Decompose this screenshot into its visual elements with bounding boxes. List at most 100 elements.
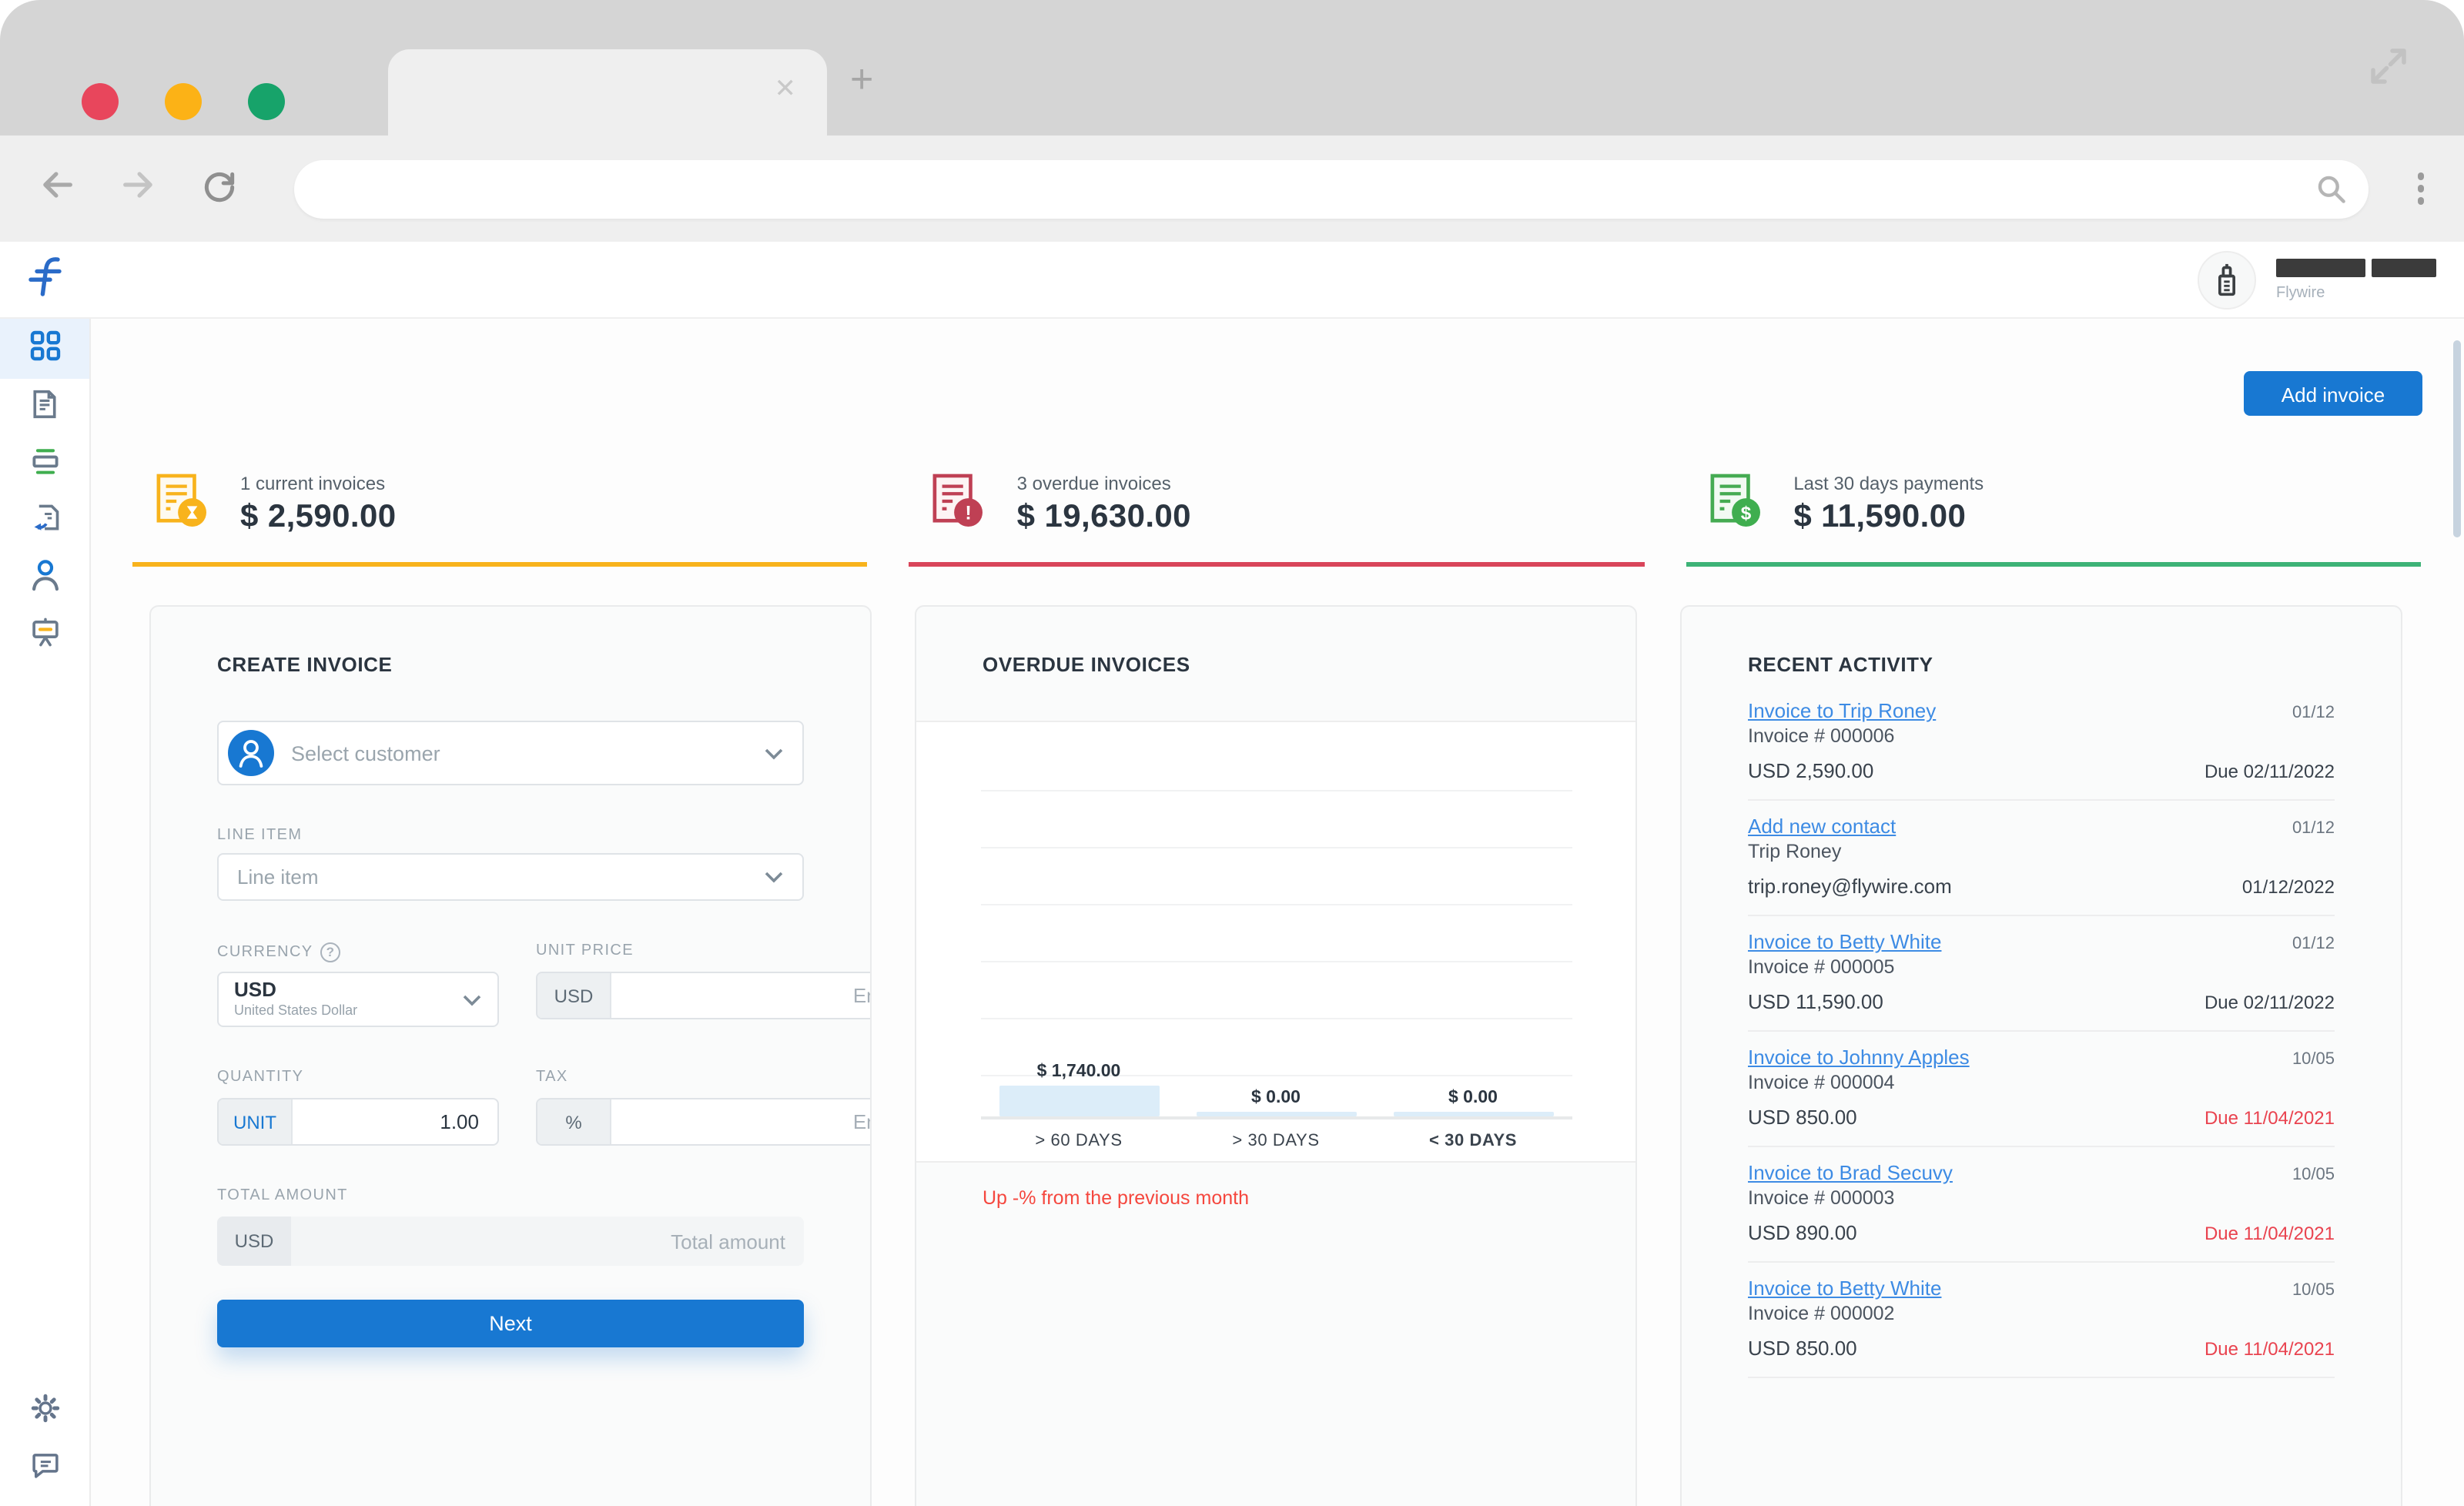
help-icon[interactable]: ? [320, 942, 341, 962]
sidebar-nav [0, 319, 91, 1506]
overdue-invoices-card[interactable]: ! 3 overdue invoices $ 19,630.00 [909, 473, 1645, 567]
sidebar-item-reports[interactable] [0, 607, 89, 664]
unit-price-group: USD [536, 972, 870, 1019]
chevron-down-icon [765, 748, 783, 759]
activity-item: Invoice to Johnny Apples 10/05 Invoice #… [1748, 1032, 2335, 1147]
back-icon[interactable] [37, 165, 77, 213]
bar-value-label: $ 0.00 [1251, 1089, 1301, 1107]
activity-subtitle: Invoice # 000002 [1748, 1303, 1895, 1324]
card-amount: $ 19,630.00 [1016, 499, 1191, 534]
sidebar-item-dashboard[interactable] [0, 319, 89, 379]
app-header: Flywire [0, 242, 2464, 319]
bar-over-60-days[interactable] [999, 1086, 1159, 1116]
overdue-invoice-icon: ! [932, 473, 983, 537]
activity-link[interactable]: Invoice to Johnny Apples [1748, 1046, 1970, 1069]
activity-item: Invoice to Betty White 01/12 Invoice # 0… [1748, 916, 2335, 1032]
card-amount: $ 2,590.00 [240, 499, 397, 534]
chevron-down-icon [463, 994, 481, 1006]
sidebar-item-support-chat[interactable] [0, 1440, 89, 1497]
activity-link[interactable]: Invoice to Betty White [1748, 1277, 1941, 1300]
tax-label: TAX [536, 1069, 568, 1086]
payments-card[interactable]: $ Last 30 days payments $ 11,590.00 [1686, 473, 2421, 567]
total-amount-group: USD [217, 1217, 804, 1266]
activity-list: Invoice to Trip Roney 01/12 Invoice # 00… [1682, 676, 2401, 1378]
minimize-window-button[interactable] [165, 83, 202, 120]
fullscreen-expand-icon[interactable] [2365, 43, 2412, 97]
quantity-unit-prefix[interactable]: UNIT [219, 1099, 293, 1144]
line-item-dropdown[interactable]: Line item [217, 853, 804, 901]
current-invoice-icon [156, 473, 206, 537]
activity-amount: USD 2,590.00 [1748, 759, 1874, 782]
next-button[interactable]: Next [217, 1300, 804, 1347]
unit-price-input[interactable] [611, 973, 870, 1018]
overdue-chart: $ 1,740.00 $ 0.00 $ 0.00 > 60 DAYS > 30 … [916, 721, 1635, 1163]
activity-subtitle: Invoice # 000004 [1748, 1072, 1895, 1093]
browser-titlebar: ✕ + [0, 0, 2464, 136]
activity-due-date: Due 11/04/2021 [2204, 1338, 2335, 1360]
activity-date: 10/05 [2292, 1166, 2335, 1184]
flywire-logo-icon[interactable] [25, 254, 66, 305]
account-name-redacted [2276, 258, 2436, 276]
chevron-down-icon [765, 872, 783, 883]
activity-amount: USD 850.00 [1748, 1106, 1857, 1129]
current-invoices-card[interactable]: 1 current invoices $ 2,590.00 [132, 473, 868, 567]
sidebar-item-payments[interactable] [0, 436, 89, 493]
activity-item: Invoice to Brad Secuvy 10/05 Invoice # 0… [1748, 1147, 2335, 1263]
zoom-window-button[interactable] [248, 83, 285, 120]
search-icon[interactable] [2315, 172, 2348, 213]
quantity-group: UNIT [217, 1098, 499, 1146]
presentation-board-icon [28, 615, 61, 655]
chart-x-axis-labels: > 60 DAYS > 30 DAYS < 30 DAYS [980, 1119, 1572, 1161]
card-label: 1 current invoices [240, 473, 386, 494]
panel-title: RECENT ACTIVITY [1748, 653, 1933, 676]
activity-subtitle: Invoice # 000005 [1748, 956, 1895, 978]
activity-link[interactable]: Invoice to Betty White [1748, 930, 1941, 953]
bar-over-30-days[interactable] [1196, 1112, 1356, 1116]
quantity-input[interactable] [293, 1099, 497, 1144]
browser-tab[interactable]: ✕ [388, 49, 827, 136]
payments-icon [28, 444, 61, 484]
activity-item: Invoice to Betty White 10/05 Invoice # 0… [1748, 1263, 2335, 1378]
activity-date: 01/12 [2292, 819, 2335, 838]
scrollbar-thumb[interactable] [2453, 340, 2461, 537]
activity-amount: USD 850.00 [1748, 1337, 1857, 1360]
activity-date: 01/12 [2292, 935, 2335, 953]
tab-close-icon[interactable]: ✕ [775, 75, 797, 102]
activity-contact-email: trip.roney@flywire.com [1748, 875, 1952, 898]
bar-under-30-days[interactable] [1393, 1112, 1553, 1116]
total-amount-input [291, 1217, 804, 1266]
forward-icon[interactable] [119, 165, 159, 213]
url-bar[interactable] [294, 159, 2369, 218]
sidebar-item-refunds[interactable] [0, 493, 89, 550]
quantity-label: QUANTITY [217, 1069, 304, 1086]
invoice-document-icon [29, 387, 60, 427]
account-menu[interactable]: Flywire [2198, 250, 2436, 309]
select-customer-dropdown[interactable]: Select customer [217, 721, 804, 785]
sidebar-item-customers[interactable] [0, 550, 89, 607]
new-tab-button[interactable]: + [850, 59, 873, 99]
reload-icon[interactable] [200, 166, 239, 212]
activity-link[interactable]: Invoice to Trip Roney [1748, 699, 1936, 722]
activity-due-date: Due 11/04/2021 [2204, 1223, 2335, 1244]
activity-date: 01/12 [2292, 704, 2335, 722]
add-invoice-button[interactable]: Add invoice [2244, 371, 2422, 416]
tax-input[interactable] [611, 1099, 870, 1144]
activity-amount: USD 11,590.00 [1748, 990, 1883, 1013]
sidebar-item-settings[interactable] [0, 1383, 89, 1440]
close-window-button[interactable] [82, 83, 119, 120]
create-invoice-panel: CREATE INVOICE Select customer LINE ITEM… [149, 605, 872, 1506]
chat-bubble-icon [28, 1448, 61, 1488]
activity-date: 10/05 [2292, 1050, 2335, 1069]
browser-menu-icon[interactable] [2378, 172, 2464, 205]
card-amount: $ 11,590.00 [1793, 499, 1967, 534]
currency-dropdown[interactable]: USD United States Dollar [217, 972, 499, 1027]
chart-footnote: Up -% from the previous month [983, 1187, 1249, 1209]
x-label: > 60 DAYS [1035, 1131, 1123, 1150]
line-item-label: LINE ITEM [217, 827, 303, 844]
activity-subtitle: Trip Roney [1748, 841, 1842, 862]
browser-window: ✕ + Flywire Add invoice 1 current invoic… [0, 0, 2464, 1506]
activity-link[interactable]: Invoice to Brad Secuvy [1748, 1161, 1953, 1184]
sidebar-item-invoices[interactable] [0, 379, 89, 436]
refund-document-icon [28, 501, 61, 541]
activity-link[interactable]: Add new contact [1748, 815, 1896, 838]
